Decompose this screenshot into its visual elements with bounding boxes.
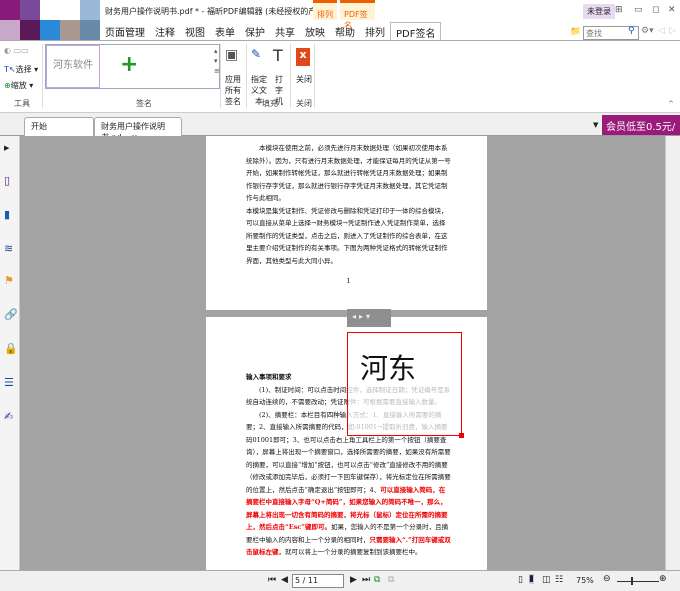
prev-view-icon[interactable]: ⧉ [374,575,380,585]
settings-icon[interactable]: ⚙▾ [641,26,654,36]
status-bar: ⏮ ◀ 5 / 11 ▶ ⏭ ⧉ ⧉ ▯ ▮ ◫ ☷ 75% ⊖ ⊕ [0,570,680,591]
close-sign-button[interactable]: 关闭 [296,74,312,85]
minimize-icon[interactable]: ▭ [634,5,643,15]
select-icon: T↖ [4,65,16,74]
typewriter-icon: T [273,46,283,65]
group-label-fill: 填充 [262,99,278,108]
close-icon[interactable]: ✕ [668,5,676,15]
attachment-icon[interactable]: 🔗 [4,308,18,322]
signature-thumbnail[interactable]: 河东软件 [46,45,100,88]
page-marker: 1 [346,277,351,285]
paragraph: 本模块在使用之前，必须先进行月末数据处理（如果初次使用本系统除外）。因为，只有进… [246,144,451,202]
maximize-icon[interactable]: ◻ [652,5,659,15]
continuous-facing-icon[interactable]: ☷ [555,575,563,585]
left-sidebar: ▶ ▯ ▮ ≋ ⚑ 🔗 🔒 ☰ ✍ [0,136,20,570]
page-1: 本模块在使用之前，必须先进行月末数据处理（如果初次使用本系统除外）。因为，只有进… [206,136,487,310]
zoom-in-icon[interactable]: ⊕ [659,574,667,584]
last-page-icon[interactable]: ⏭ [362,575,370,585]
tab-list-dropdown[interactable]: ▼ [593,121,598,129]
resize-handle[interactable] [459,433,464,438]
context-tab-pdf-sign[interactable]: PDF签名 [340,0,375,30]
signature-stamp[interactable]: 河东 [347,332,464,438]
menu-page-manage[interactable]: 页面管理 [100,22,150,40]
zoom-level[interactable]: 75% [576,576,594,585]
divider [220,44,221,108]
divider [290,44,291,108]
security-lock-icon[interactable]: 🔒 [4,342,18,356]
menu-slideshow[interactable]: 放映 [300,22,330,40]
continuous-page-icon[interactable]: ▮ [529,574,534,584]
layers-icon[interactable]: ▮ [4,208,16,222]
paragraph: 本模块是集凭证制作、凭证修改与删除和凭证打印于一体的综合模块，可以直接从菜单上选… [246,206,448,265]
menu-view[interactable]: 视图 [180,22,210,40]
login-button[interactable]: 未登录 [583,4,615,19]
select-label: 选择 [15,65,32,74]
search-icon[interactable]: ⚲ [628,26,635,36]
apply-all-signatures-button[interactable]: 应用所有签名 [222,74,244,107]
zoom-tool-button[interactable]: ⊕缩放 ▾ [4,80,33,91]
group-label-tools: 工具 [14,99,30,108]
group-label-close: 关闭 [296,99,312,108]
menu-comment[interactable]: 注释 [150,22,180,40]
page-number-input[interactable]: 5 / 11 [292,574,344,588]
divider [246,44,247,108]
comments-icon[interactable]: ⚑ [4,274,16,288]
first-page-icon[interactable]: ⏮ [268,575,276,585]
zoom-label: 缩放 [10,81,27,90]
menu-pdf-sign[interactable]: PDF签名 [390,22,442,40]
expand-panel-icon[interactable]: ▶ [4,144,16,158]
divider [42,44,43,108]
prev-page-icon[interactable]: ◀ [281,575,288,585]
stack-icon[interactable]: ≋ [4,242,16,256]
group-label-signature: 签名 [136,99,152,108]
menu-bar: 页面管理 注释 视图 表单 保护 共享 放映 帮助 排列 PDF签名 [100,22,442,40]
form-fields-icon[interactable]: ☰ [4,376,16,390]
zoom-slider-thumb[interactable] [631,577,633,585]
divider [314,44,315,108]
specify-text-icon: ✎ [251,47,262,61]
tab-start[interactable]: 开始 [24,117,94,136]
promo-button[interactable]: 会员低至0.5元/天 [602,115,680,148]
page-thumbnails-icon[interactable]: ▯ [4,174,16,188]
add-signature-icon[interactable]: + [120,52,138,77]
single-page-icon[interactable]: ▯ [518,575,523,585]
tab-document[interactable]: 财务用户操作说明书.pd... x [94,117,182,142]
layout-icon[interactable]: ⊞ [615,5,623,15]
zoom-out-icon[interactable]: ⊖ [603,574,611,584]
vertical-scrollbar[interactable] [665,136,680,570]
menu-arrange[interactable]: 排列 [360,22,390,40]
find-folder-icon[interactable]: 📁 [570,27,581,37]
select-tool-button[interactable]: T↖选择 ▾ [4,64,38,75]
collapse-ribbon-icon[interactable]: ^ [668,100,674,108]
close-x-icon: x [296,48,310,66]
signature-nav-toolbar[interactable]: ◂▸▾ [347,309,391,327]
paragraph-text: 就可以将上一个分录的摘要复制到该摘要栏中。 [285,548,422,556]
next-result-icon[interactable]: ▷ [669,26,676,36]
document-canvas: 本模块在使用之前，必须先进行月末数据处理（如果初次使用本系统除外）。因为，只有进… [20,136,665,570]
next-page-icon[interactable]: ▶ [350,575,357,585]
signature-text: 河东 [360,352,417,385]
apply-all-signatures-icon: ▣ [225,47,239,63]
gallery-scroll[interactable]: ▴ ▾ ≡ [214,46,220,76]
menu-form[interactable]: 表单 [210,22,240,40]
hand-tool-button[interactable]: ◐ ▭▭ [4,46,29,55]
zoom-icon: ⊕ [4,81,11,90]
menu-share[interactable]: 共享 [270,22,300,40]
menu-protect[interactable]: 保护 [240,22,270,40]
zoom-slider[interactable] [617,581,659,582]
prev-result-icon[interactable]: ◁ [658,26,665,36]
window-title: 财务用户操作说明书.pdf * - 福昕PDF编辑器 (未经授权的产品) [105,7,328,16]
facing-page-icon[interactable]: ◫ [542,575,551,585]
next-view-icon[interactable]: ⧉ [388,575,394,585]
signature-panel-icon[interactable]: ✍ [4,410,16,424]
context-tab-arrange[interactable]: 排列 [313,0,337,20]
menu-help[interactable]: 帮助 [330,22,360,40]
